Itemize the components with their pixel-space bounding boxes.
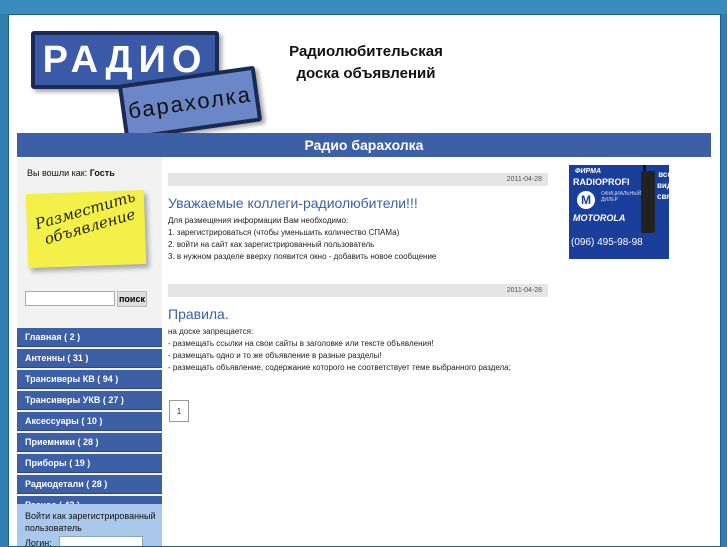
tagline-line1: Радиолюбительская (289, 43, 443, 60)
category-menu: Главная ( 2 ) Антенны ( 31 ) Трансиверы … (17, 328, 162, 517)
site-logo[interactable]: РАДИО барахолка (31, 31, 271, 141)
login-label: Логин: (25, 538, 52, 547)
menu-item-antennas[interactable]: Антенны ( 31 ) (17, 349, 162, 368)
post: 2011-04-28 Правила. на доске запрещается… (168, 284, 548, 374)
ad-firm: ФИРМА (575, 168, 602, 175)
motorola-logo-icon: M (577, 191, 595, 209)
advertisement-banner[interactable]: ФИРМА RADIOPROFI M ОФИЦИАЛЬНЫЙ ДИЛЕР MOT… (569, 165, 669, 259)
post-line: - размещать ссылки на свои сайты в загол… (168, 339, 434, 348)
post-ad-sticker[interactable]: Разместить объявление (25, 187, 147, 269)
ad-dealer: ОФИЦИАЛЬНЫЙ ДИЛЕР (601, 191, 642, 203)
login-box: Войти как зарегистрированный пользовател… (17, 504, 162, 547)
top-strip (0, 0, 727, 14)
post-body: Для размещения информации Вам необходимо… (168, 215, 548, 263)
menu-item-home[interactable]: Главная ( 2 ) (17, 328, 162, 347)
menu-item-receivers[interactable]: Приемники ( 28 ) (17, 433, 162, 452)
post: 2011-04-28 Уважаемые коллеги-радиолюбите… (168, 173, 548, 263)
tagline-line2: доска объявлений (296, 65, 436, 82)
pagination-page-1[interactable]: 1 (169, 400, 189, 422)
menu-item-accessories[interactable]: Аксессуары ( 10 ) (17, 412, 162, 431)
post-body: на доске запрещается: - размещать ссылки… (168, 326, 548, 374)
page-frame: РАДИО барахолка Радиолюбительская доска … (8, 14, 721, 547)
ad-brand: RADIOPROFI (573, 177, 630, 187)
search-button[interactable]: поиск (117, 291, 147, 307)
post-title[interactable]: Правила. (168, 306, 548, 322)
login-input[interactable] (59, 536, 143, 546)
site-tagline: Радиолюбительская доска объявлений (271, 41, 461, 85)
menu-item-components[interactable]: Радиодетали ( 28 ) (17, 475, 162, 494)
ad-side-text: все виды связи (657, 170, 669, 201)
post-title[interactable]: Уважаемые коллеги-радиолюбители!!! (168, 195, 548, 211)
logged-prefix: Вы вошли как: (27, 168, 88, 178)
post-date: 2011-04-28 (168, 173, 548, 186)
post-line: 1. зарегистрироваться (чтобы уменьшить к… (168, 228, 400, 237)
menu-item-vhf-transceivers[interactable]: Трансиверы УКВ ( 27 ) (17, 391, 162, 410)
search-input[interactable] (25, 291, 115, 306)
login-title: Войти как зарегистрированный пользовател… (25, 511, 156, 533)
post-line: 2. войти на сайт как зарегистрированный … (168, 240, 375, 249)
post-line: на доске запрещается: (168, 327, 254, 336)
site-title: Радио барахолка (304, 137, 424, 153)
post-line: 3. в нужном разделе вверху появится окно… (168, 252, 437, 261)
left-sidebar: Вы вошли как: Гость Разместить объявлени… (17, 158, 162, 547)
post-line: - размещать одно и то же объявление в ра… (168, 351, 382, 360)
ad-maker: MOTOROLA (573, 213, 626, 223)
post-date: 2011-04-28 (168, 284, 548, 297)
logged-in-status: Вы вошли как: Гость (27, 168, 115, 178)
menu-item-hf-transceivers[interactable]: Трансиверы КВ ( 94 ) (17, 370, 162, 389)
post-ad-text: Разместить объявление (33, 187, 138, 249)
logged-user: Гость (89, 168, 115, 178)
site-title-bar: Радио барахолка (17, 133, 711, 157)
post-line: Для размещения информации Вам необходимо… (168, 216, 349, 225)
post-line: - размещать объявление, содержание котор… (168, 363, 511, 372)
menu-item-instruments[interactable]: Приборы ( 19 ) (17, 454, 162, 473)
walkie-talkie-icon (641, 171, 655, 233)
ad-phone: (096) 495-98-98 (571, 237, 643, 248)
